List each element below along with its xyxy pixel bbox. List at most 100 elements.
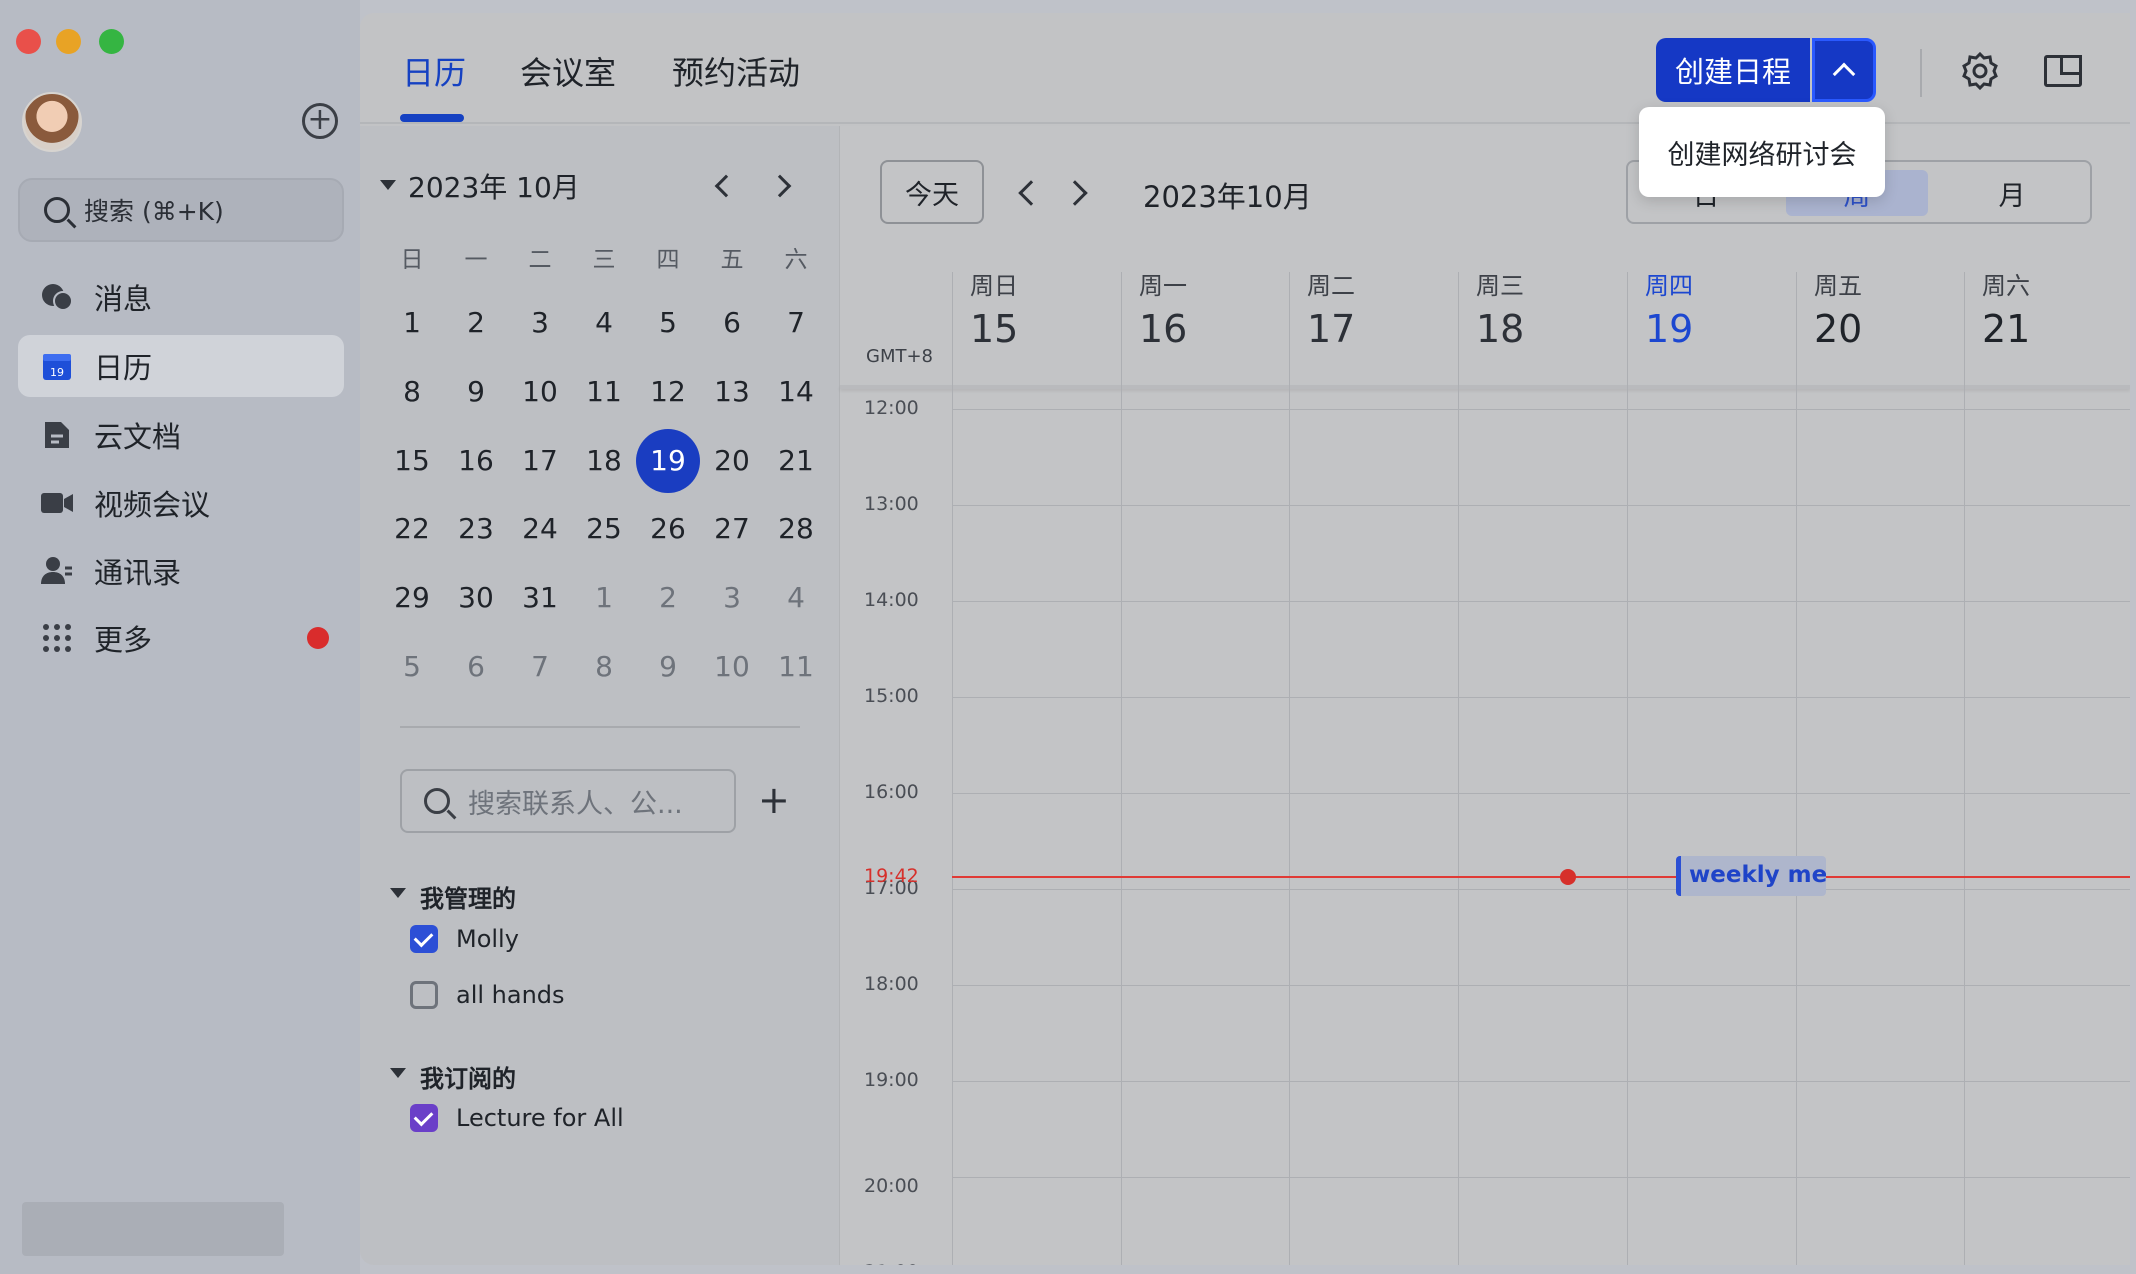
add-circle-icon[interactable]: + <box>302 103 338 139</box>
subscribed-calendars-heading: 我订阅的 <box>420 1065 516 1093</box>
mini-calendar-day[interactable]: 1 <box>380 291 444 355</box>
checkbox-checked-icon[interactable] <box>410 1104 438 1132</box>
sidebar-item-video-meeting[interactable]: 视频会议 <box>18 472 344 534</box>
sidebar-item-calendar[interactable]: 19 日历 <box>18 335 344 397</box>
mini-calendar-day[interactable]: 15 <box>380 429 444 493</box>
checkbox-checked-icon[interactable] <box>410 925 438 953</box>
mini-calendar-day[interactable]: 3 <box>508 291 572 355</box>
mini-calendar-day[interactable]: 9 <box>636 635 700 699</box>
mini-calendar-day[interactable]: 19 <box>636 429 700 493</box>
mini-calendar-day[interactable]: 13 <box>700 360 764 424</box>
popout-window-icon[interactable] <box>2044 55 2082 87</box>
mini-calendar-day[interactable]: 5 <box>380 635 444 699</box>
tab-booking-events[interactable]: 预约活动 <box>672 48 800 94</box>
mini-calendar-day[interactable]: 22 <box>380 497 444 561</box>
day-column-header[interactable]: 周四 19 <box>1645 266 1693 351</box>
checkbox-empty-icon[interactable] <box>410 981 438 1009</box>
mini-calendar-day[interactable]: 25 <box>572 497 636 561</box>
mini-calendar-day[interactable]: 29 <box>380 566 444 630</box>
chevron-right-icon[interactable] <box>1062 180 1088 206</box>
collapse-triangle-icon[interactable] <box>380 180 396 190</box>
mini-calendar-day[interactable]: 27 <box>700 497 764 561</box>
mini-calendar-day[interactable]: 4 <box>764 566 828 630</box>
contact-search-input[interactable]: 搜索联系人、公... <box>400 769 736 833</box>
mini-calendar-day[interactable]: 7 <box>508 635 572 699</box>
avatar[interactable] <box>22 92 82 152</box>
close-window-button[interactable] <box>16 29 41 54</box>
current-time-dot <box>1560 869 1576 885</box>
weekday-label: 四 <box>656 247 680 273</box>
header-separator <box>840 385 2130 389</box>
add-calendar-button[interactable]: + <box>758 780 790 820</box>
mini-calendar-day[interactable]: 8 <box>380 360 444 424</box>
minimize-window-button[interactable] <box>56 29 81 54</box>
main-panel: 日历 会议室 预约活动 创建日程 创建网络研讨会 2023年 10月 日 一 二… <box>360 13 2130 1265</box>
mini-calendar-day[interactable]: 2 <box>444 291 508 355</box>
gear-icon[interactable] <box>1960 51 2000 91</box>
create-event-button[interactable]: 创建日程 <box>1656 38 1810 102</box>
sidebar-item-label: 更多 <box>94 623 153 657</box>
create-webinar-menu-item[interactable]: 创建网络研讨会 <box>1639 107 1885 197</box>
mini-calendar-day[interactable]: 14 <box>764 360 828 424</box>
mini-calendar-panel: 2023年 10月 日一二三四五六 1 2 3 4 5 6 7 8 9 10 11 12 13 14 15 1… <box>360 126 840 1265</box>
sidebar-item-contacts[interactable]: 通讯录 <box>18 540 344 602</box>
mini-calendar-day[interactable]: 9 <box>444 360 508 424</box>
mini-calendar-day[interactable]: 7 <box>764 291 828 355</box>
mini-calendar-day[interactable]: 8 <box>572 635 636 699</box>
tab-meeting-rooms[interactable]: 会议室 <box>520 48 616 94</box>
mini-calendar-day[interactable]: 4 <box>572 291 636 355</box>
sidebar-item-messages[interactable]: 消息 <box>18 266 344 328</box>
mini-calendar-day[interactable]: 12 <box>636 360 700 424</box>
mini-calendar-day[interactable]: 10 <box>508 360 572 424</box>
mini-calendar-day[interactable]: 6 <box>444 635 508 699</box>
mini-calendar-day[interactable]: 3 <box>700 566 764 630</box>
mini-calendar-day[interactable]: 28 <box>764 497 828 561</box>
day-column-header[interactable]: 周一 16 <box>1139 266 1187 351</box>
mini-calendar-day[interactable]: 23 <box>444 497 508 561</box>
chevron-left-icon[interactable] <box>1018 180 1044 206</box>
calendar-item-lecture-for-all[interactable]: Lecture for All <box>410 1104 624 1132</box>
mini-calendar-day[interactable]: 2 <box>636 566 700 630</box>
mini-calendar-day[interactable]: 16 <box>444 429 508 493</box>
mini-calendar-day[interactable]: 10 <box>700 635 764 699</box>
mini-calendar-day[interactable]: 1 <box>572 566 636 630</box>
time-label: 19:00 <box>864 1069 919 1091</box>
day-column-header[interactable]: 周三 18 <box>1476 266 1524 351</box>
chevron-left-icon[interactable] <box>714 174 738 198</box>
mini-calendar-day[interactable]: 20 <box>700 429 764 493</box>
zoom-window-button[interactable] <box>99 29 124 54</box>
current-time-line <box>952 876 2130 878</box>
calendar-item-all-hands[interactable]: all hands <box>410 981 565 1009</box>
collapse-triangle-icon[interactable] <box>390 888 406 898</box>
calendar-item-molly[interactable]: Molly <box>410 925 519 953</box>
grid-dots-icon <box>40 621 74 655</box>
mini-calendar-day[interactable]: 30 <box>444 566 508 630</box>
sidebar-item-more[interactable]: 更多 <box>18 607 344 669</box>
chevron-right-icon[interactable] <box>768 174 792 198</box>
view-month-button[interactable]: 月 <box>1940 170 2084 216</box>
day-column-header[interactable]: 周日 15 <box>970 266 1018 351</box>
create-options-toggle[interactable] <box>1812 38 1876 102</box>
sidebar-item-docs[interactable]: 云文档 <box>18 404 344 466</box>
mini-calendar-day[interactable]: 11 <box>572 360 636 424</box>
mini-calendar-day[interactable]: 21 <box>764 429 828 493</box>
day-column-header[interactable]: 周五 20 <box>1814 266 1862 351</box>
global-search[interactable]: 搜索 (⌘+K) <box>18 178 344 242</box>
tab-calendar[interactable]: 日历 <box>402 48 466 94</box>
day-name: 周五 <box>1814 272 1862 300</box>
today-button[interactable]: 今天 <box>880 160 984 224</box>
mini-calendar-day[interactable]: 31 <box>508 566 572 630</box>
collapse-triangle-icon[interactable] <box>390 1068 406 1078</box>
day-column-header[interactable]: 周二 17 <box>1307 266 1355 351</box>
event-weekly-meeting[interactable]: weekly meeting <box>1676 856 1826 896</box>
mini-calendar-day[interactable]: 17 <box>508 429 572 493</box>
mini-calendar-day[interactable]: 6 <box>700 291 764 355</box>
mini-calendar-day[interactable]: 24 <box>508 497 572 561</box>
mini-calendar-day[interactable]: 26 <box>636 497 700 561</box>
mini-calendar-day[interactable]: 11 <box>764 635 828 699</box>
day-date: 17 <box>1307 307 1356 351</box>
mini-calendar-day[interactable]: 18 <box>572 429 636 493</box>
day-date: 16 <box>1139 307 1188 351</box>
mini-calendar-day[interactable]: 5 <box>636 291 700 355</box>
day-column-header[interactable]: 周六 21 <box>1982 266 2030 351</box>
